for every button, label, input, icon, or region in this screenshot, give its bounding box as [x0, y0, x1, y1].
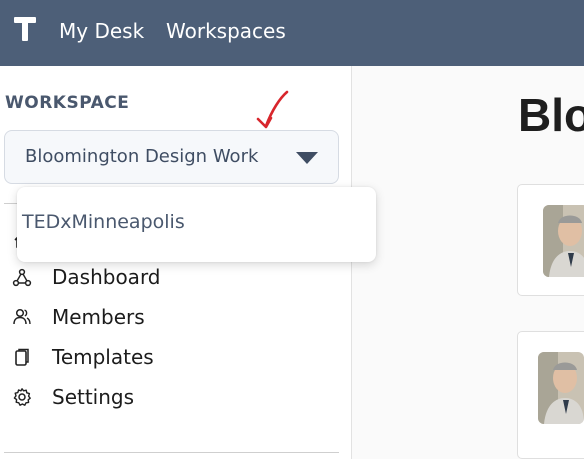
sidebar-item-settings[interactable]: Settings [12, 383, 312, 411]
t-logo-icon[interactable] [14, 17, 36, 43]
avatar [538, 352, 584, 424]
top-navigation-bar: My Desk Workspaces [0, 0, 584, 66]
workspace-heading: WORKSPACE [5, 93, 130, 113]
workspace-dropdown-menu: TEDxMinneapolis [17, 187, 376, 262]
gear-icon [13, 388, 31, 406]
caret-down-icon [296, 152, 318, 164]
workspace-select-value: Bloomington Design Work [25, 146, 259, 167]
sidebar-item-label: Templates [52, 345, 154, 369]
sidebar-item-dashboard[interactable]: Dashboard [12, 263, 312, 291]
dropdown-option-tedx[interactable]: TEDxMinneapolis [22, 211, 185, 233]
workspace-select[interactable]: Bloomington Design Work [4, 130, 339, 184]
templates-icon [15, 348, 29, 366]
nav-my-desk[interactable]: My Desk [59, 18, 144, 44]
page-title: Blo [518, 89, 584, 141]
member-card[interactable] [517, 184, 584, 296]
sidebar-item-label: Dashboard [52, 265, 161, 289]
sidebar-item-label: Members [52, 305, 145, 329]
dashboard-icon [12, 268, 32, 287]
nav-workspaces[interactable]: Workspaces [166, 18, 286, 44]
member-card[interactable] [517, 331, 584, 459]
sidebar-divider-bottom [4, 452, 339, 453]
sidebar: WORKSPACE Bloomington Design Work Dashbo… [0, 66, 352, 459]
sidebar-item-label: Settings [52, 385, 135, 409]
sidebar-item-templates[interactable]: Templates [12, 343, 312, 371]
sidebar-item-members[interactable]: Members [12, 303, 312, 331]
members-icon [13, 308, 31, 325]
annotation-arrow-icon [256, 90, 289, 129]
avatar [543, 205, 584, 277]
